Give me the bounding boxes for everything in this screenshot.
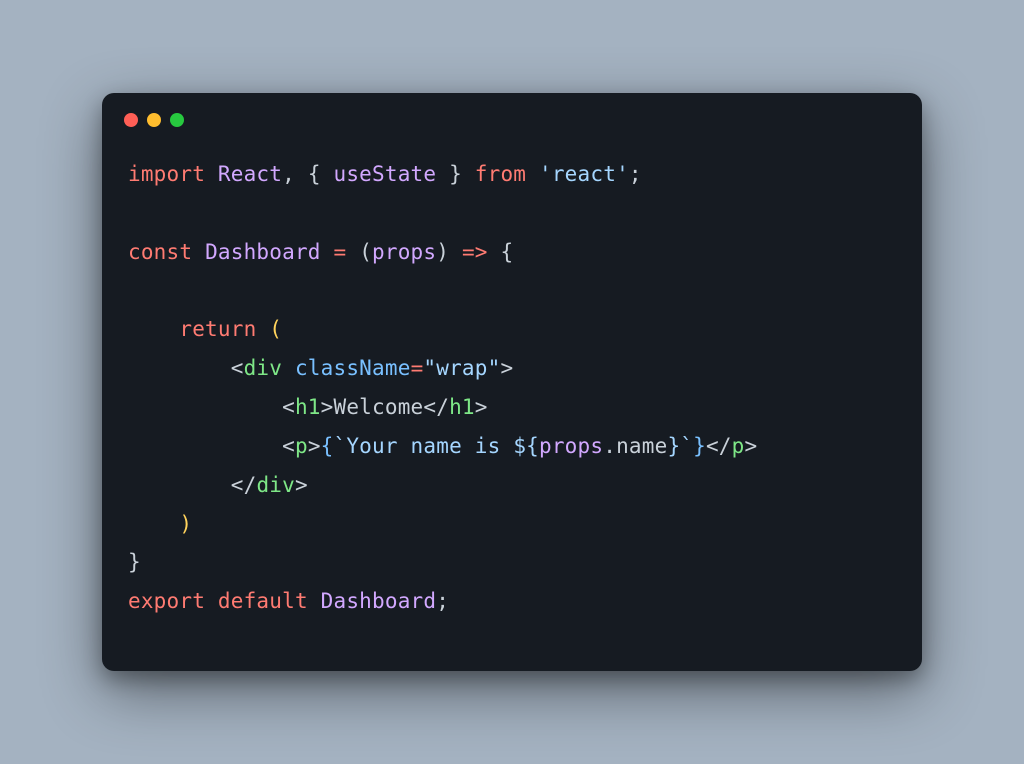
string-wrap: wrap (436, 356, 487, 380)
attr-classname: className (295, 356, 411, 380)
window-titlebar (102, 93, 922, 135)
close-icon[interactable] (124, 113, 138, 127)
paren-close: ) (179, 512, 192, 536)
arrow: => (462, 240, 488, 264)
string-quote: ' (539, 162, 552, 186)
maximize-icon[interactable] (170, 113, 184, 127)
brace-open: { (500, 240, 513, 264)
punct-dot: . (603, 434, 616, 458)
param-props: props (372, 240, 436, 264)
identifier-name: name (616, 434, 667, 458)
tag-close: > (500, 356, 513, 380)
paren-open: ( (359, 240, 372, 264)
tag-close: > (745, 434, 758, 458)
string-module: react (552, 162, 616, 186)
identifier-dashboard: Dashboard (205, 240, 321, 264)
minimize-icon[interactable] (147, 113, 161, 127)
brace-close: } (128, 550, 141, 574)
template-text: Your name is (346, 434, 513, 458)
tag-open: < (231, 356, 244, 380)
tag-open: < (282, 434, 295, 458)
paren-open: ( (269, 317, 282, 341)
tag-open: </ (231, 473, 257, 497)
code-block: import React, { useState } from 'react';… (102, 135, 922, 641)
tag-close: > (475, 395, 488, 419)
operator-eq: = (334, 240, 347, 264)
tag-close: > (308, 434, 321, 458)
keyword-export: export (128, 589, 205, 613)
brace-close: } (449, 162, 462, 186)
punct-comma: , (282, 162, 295, 186)
tag-open: </ (423, 395, 449, 419)
identifier-react: React (218, 162, 282, 186)
paren-close: ) (436, 240, 449, 264)
string-quote: ' (616, 162, 629, 186)
identifier-dashboard: Dashboard (321, 589, 437, 613)
tag-p-close: p (732, 434, 745, 458)
tag-div-close: div (256, 473, 295, 497)
backtick: ` (680, 434, 693, 458)
tag-h1-close: h1 (449, 395, 475, 419)
brace-open: { (308, 162, 321, 186)
code-window: import React, { useState } from 'react';… (102, 93, 922, 671)
keyword-default: default (218, 589, 308, 613)
tag-close: > (295, 473, 308, 497)
text-welcome: Welcome (334, 395, 424, 419)
tag-h1: h1 (295, 395, 321, 419)
tag-p: p (295, 434, 308, 458)
tag-close: > (321, 395, 334, 419)
string-quote: " (423, 356, 436, 380)
punct-semi: ; (629, 162, 642, 186)
string-quote: " (488, 356, 501, 380)
keyword-import: import (128, 162, 205, 186)
operator-eq: = (411, 356, 424, 380)
tag-open: </ (706, 434, 732, 458)
identifier-usestate: useState (334, 162, 437, 186)
identifier-props: props (539, 434, 603, 458)
jsx-brace-close: } (693, 434, 706, 458)
keyword-return: return (179, 317, 256, 341)
interp-open: ${ (513, 434, 539, 458)
keyword-from: from (475, 162, 526, 186)
tag-open: < (282, 395, 295, 419)
backtick: ` (334, 434, 347, 458)
interp-close: } (667, 434, 680, 458)
punct-semi: ; (436, 589, 449, 613)
jsx-brace-open: { (321, 434, 334, 458)
tag-div: div (244, 356, 283, 380)
keyword-const: const (128, 240, 192, 264)
